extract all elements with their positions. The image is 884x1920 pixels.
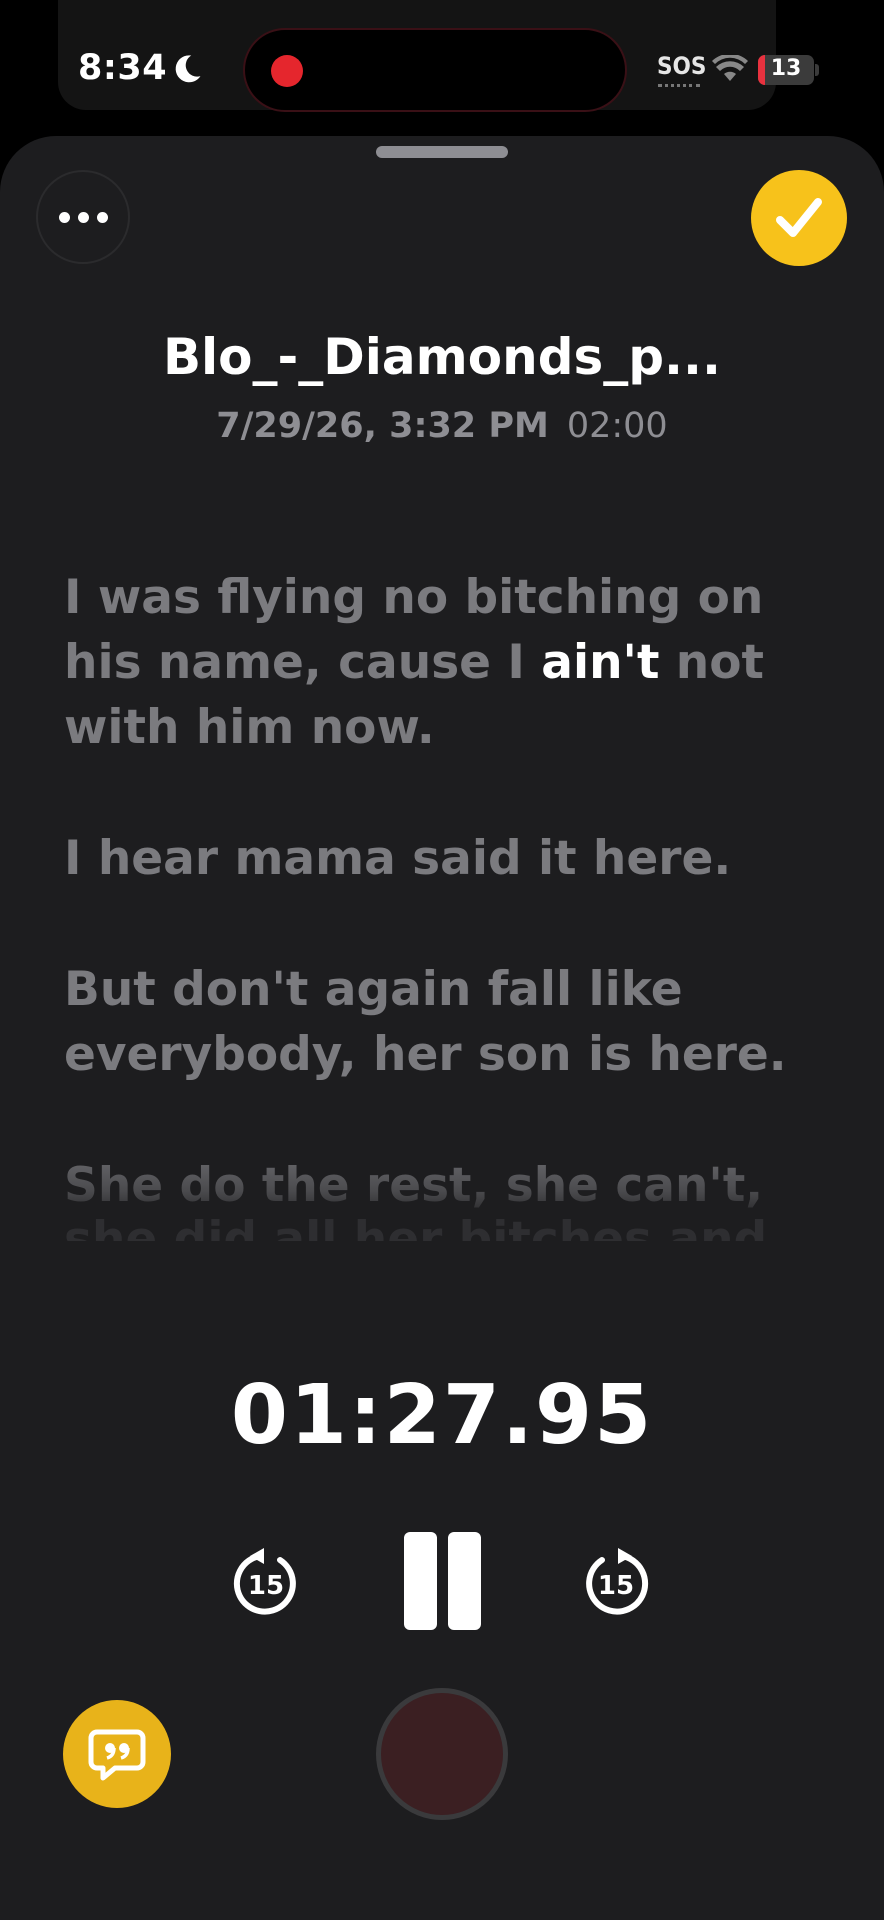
skip-back-label: 15 [248,1571,284,1601]
transcript-paragraph-hidden: she did all her bitches and she said [64,1215,834,1241]
done-button[interactable] [751,170,847,266]
pause-icon [448,1532,481,1630]
transcript-paragraph: But don't again fall like everybody, her… [64,962,787,1082]
wifi-icon [712,55,748,81]
more-icon [58,211,70,223]
skip-back-15-icon[interactable]: 15 [228,1546,304,1622]
battery-indicator: 13 [758,55,814,85]
dynamic-island[interactable] [243,28,627,112]
skip-forward-label: 15 [598,1571,634,1601]
transcript-paragraph: I was flying no bitching on his name, ca… [64,565,834,760]
checkmark-icon [776,198,822,237]
battery-level: 13 [770,56,802,81]
more-icon [77,211,89,223]
transcript-quote-icon [88,1729,146,1781]
recording-duration: 02:00 [566,406,668,446]
moon-icon [175,55,201,83]
more-options-button[interactable] [36,170,130,264]
pause-button[interactable] [402,1532,482,1630]
signal-dots [658,84,700,90]
battery-cap [815,64,819,76]
elapsed-timer: 01:27.95 [230,1368,654,1463]
recording-title[interactable]: Blo_-_Diamonds_p... [0,328,884,386]
sheet-grabber[interactable] [376,146,508,158]
transcript-paragraph-fading: She do the rest, she can't, but [64,1153,834,1223]
sos-indicator: SOS [657,52,707,80]
record-button[interactable] [376,1688,508,1820]
current-word: ain't [541,635,660,690]
recording-indicator-icon [271,55,303,87]
recording-date: 7/29/26, 3:32 PM [216,406,549,446]
transcript-button[interactable] [63,1700,171,1808]
transcript-text: I was flying no bitching on his name, ca… [64,565,834,1241]
recording-meta: 7/29/26, 3:32 PM 02:00 [0,406,884,446]
pause-icon [404,1532,437,1630]
skip-forward-15-icon[interactable]: 15 [578,1546,654,1622]
more-icon [96,211,108,223]
status-time: 8:34 [78,48,168,88]
transcript-paragraph: I hear mama said it here. [64,831,732,886]
